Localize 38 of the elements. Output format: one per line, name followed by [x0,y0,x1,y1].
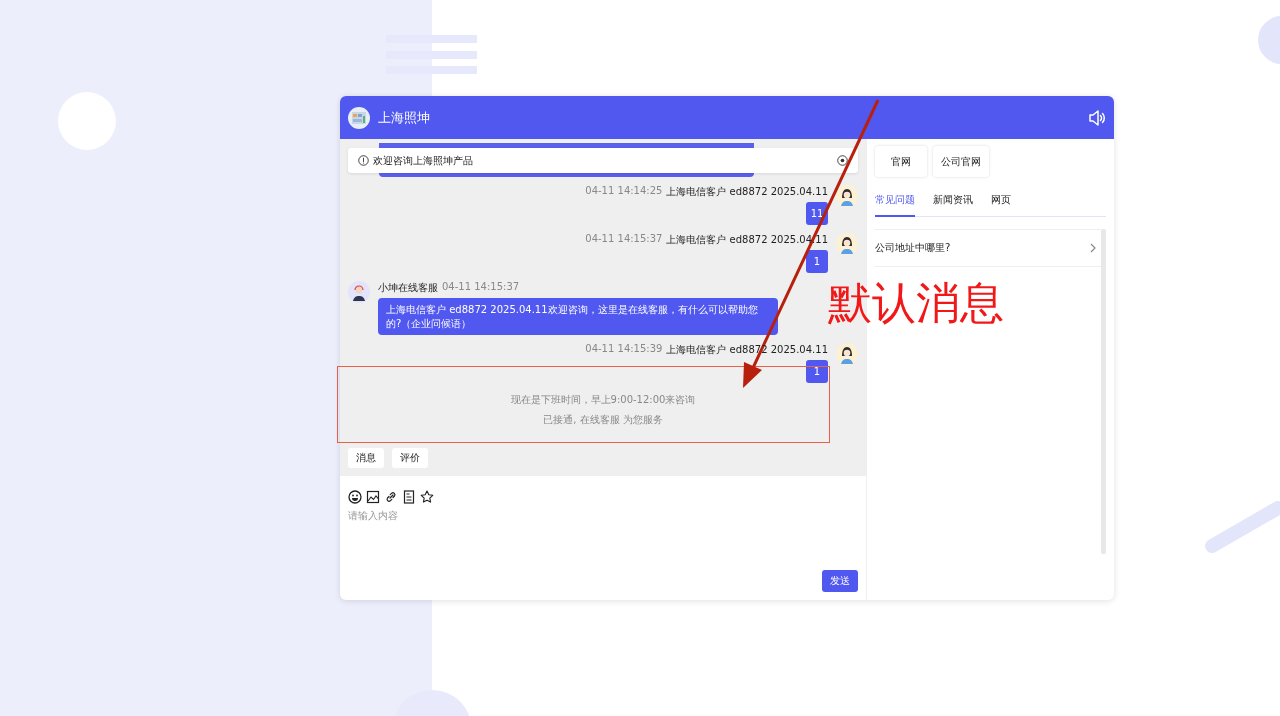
system-note: 已接通, 在线客服 为您服务 [543,413,663,427]
send-button[interactable]: 发送 [822,570,858,592]
system-note: 现在是下班时间，早上9:00-12:00来咨询 [510,393,696,407]
notice-text: 欢迎咨询上海照坤产品 [373,153,473,168]
message-time: 04-11 14:15:39 [585,343,663,356]
message-bubble: 11 [806,202,828,225]
message-bubble: 1 [806,360,828,383]
link-button[interactable]: 官网 [875,146,927,177]
quick-button[interactable]: 评价 [392,448,428,468]
speaker-icon[interactable] [1088,108,1106,127]
window-title: 上海照坤 [378,108,430,127]
circle-decoration [1258,16,1280,64]
user-avatar-icon [836,185,858,207]
sender-name: 小坤在线客服 [378,281,438,295]
info-icon [358,155,369,166]
chevron-icon [1089,243,1097,253]
message-bubble: 1 [806,250,828,273]
emoji-icon[interactable] [348,490,362,504]
message-bubble: 上海电信客户 ed8872 2025.04.11欢迎咨询，这里是在线客服，有什么可以帮助您的?（企业问候语） [378,298,778,335]
message-time: 04-11 14:14:25 [585,185,663,198]
image-icon[interactable] [366,490,380,504]
document-icon[interactable] [402,490,416,504]
star-icon[interactable] [420,490,434,504]
logo-icon [348,106,370,129]
message-time: 04-11 14:15:37 [442,281,520,294]
tab[interactable]: 常见问题 [875,187,915,217]
link-icon[interactable] [384,490,398,504]
user-avatar-icon [836,233,858,255]
tab[interactable]: 新闻资讯 [933,187,973,217]
message-time: 04-11 14:15:37 [585,233,663,246]
tab[interactable]: 网页 [991,187,1011,217]
user-avatar-icon [836,343,858,365]
link-button[interactable]: 公司官网 [933,146,989,177]
sender-name: 上海电信客户 ed8872 2025.04.11 [666,185,828,199]
quick-button[interactable]: 消息 [348,448,384,468]
agent-avatar-icon [348,281,370,303]
close-icon[interactable] [837,155,848,166]
annotation-label: 默认消息 [828,276,1004,330]
